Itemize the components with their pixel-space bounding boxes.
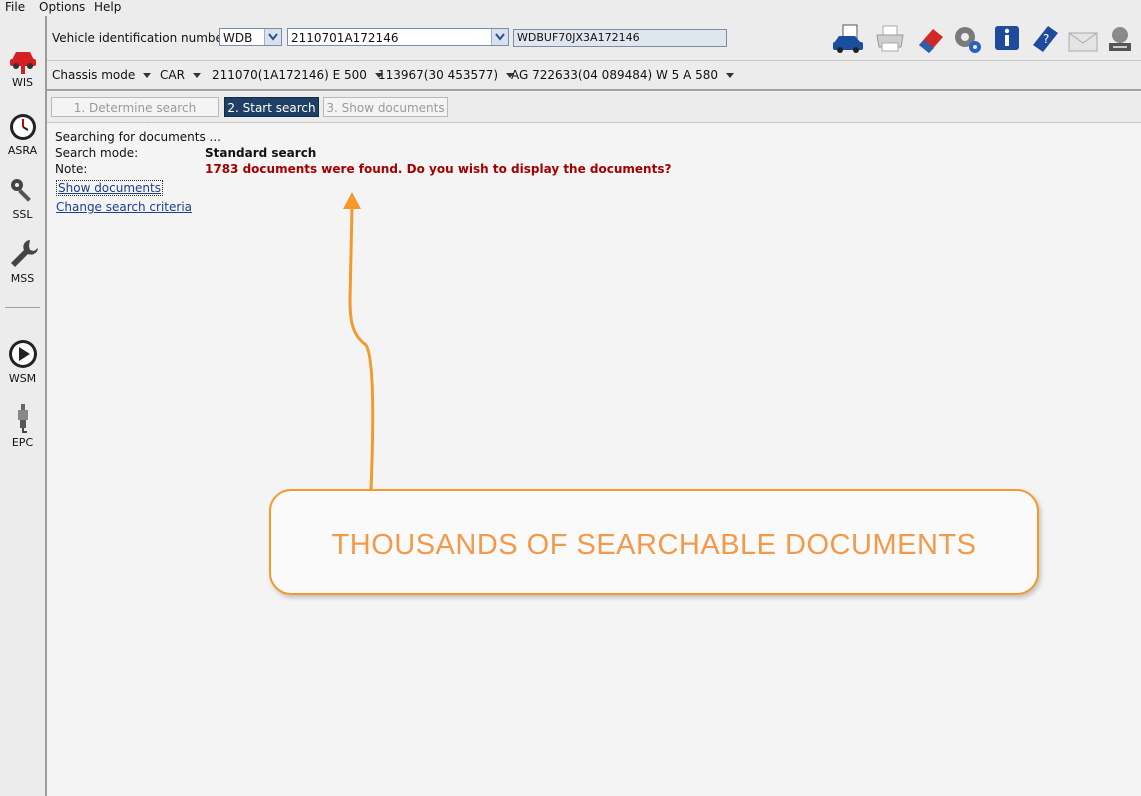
callout-text: THOUSANDS OF SEARCHABLE DOCUMENTS <box>331 529 977 561</box>
annotation-callout: THOUSANDS OF SEARCHABLE DOCUMENTS <box>269 489 1039 595</box>
callout-arrow <box>343 192 375 490</box>
